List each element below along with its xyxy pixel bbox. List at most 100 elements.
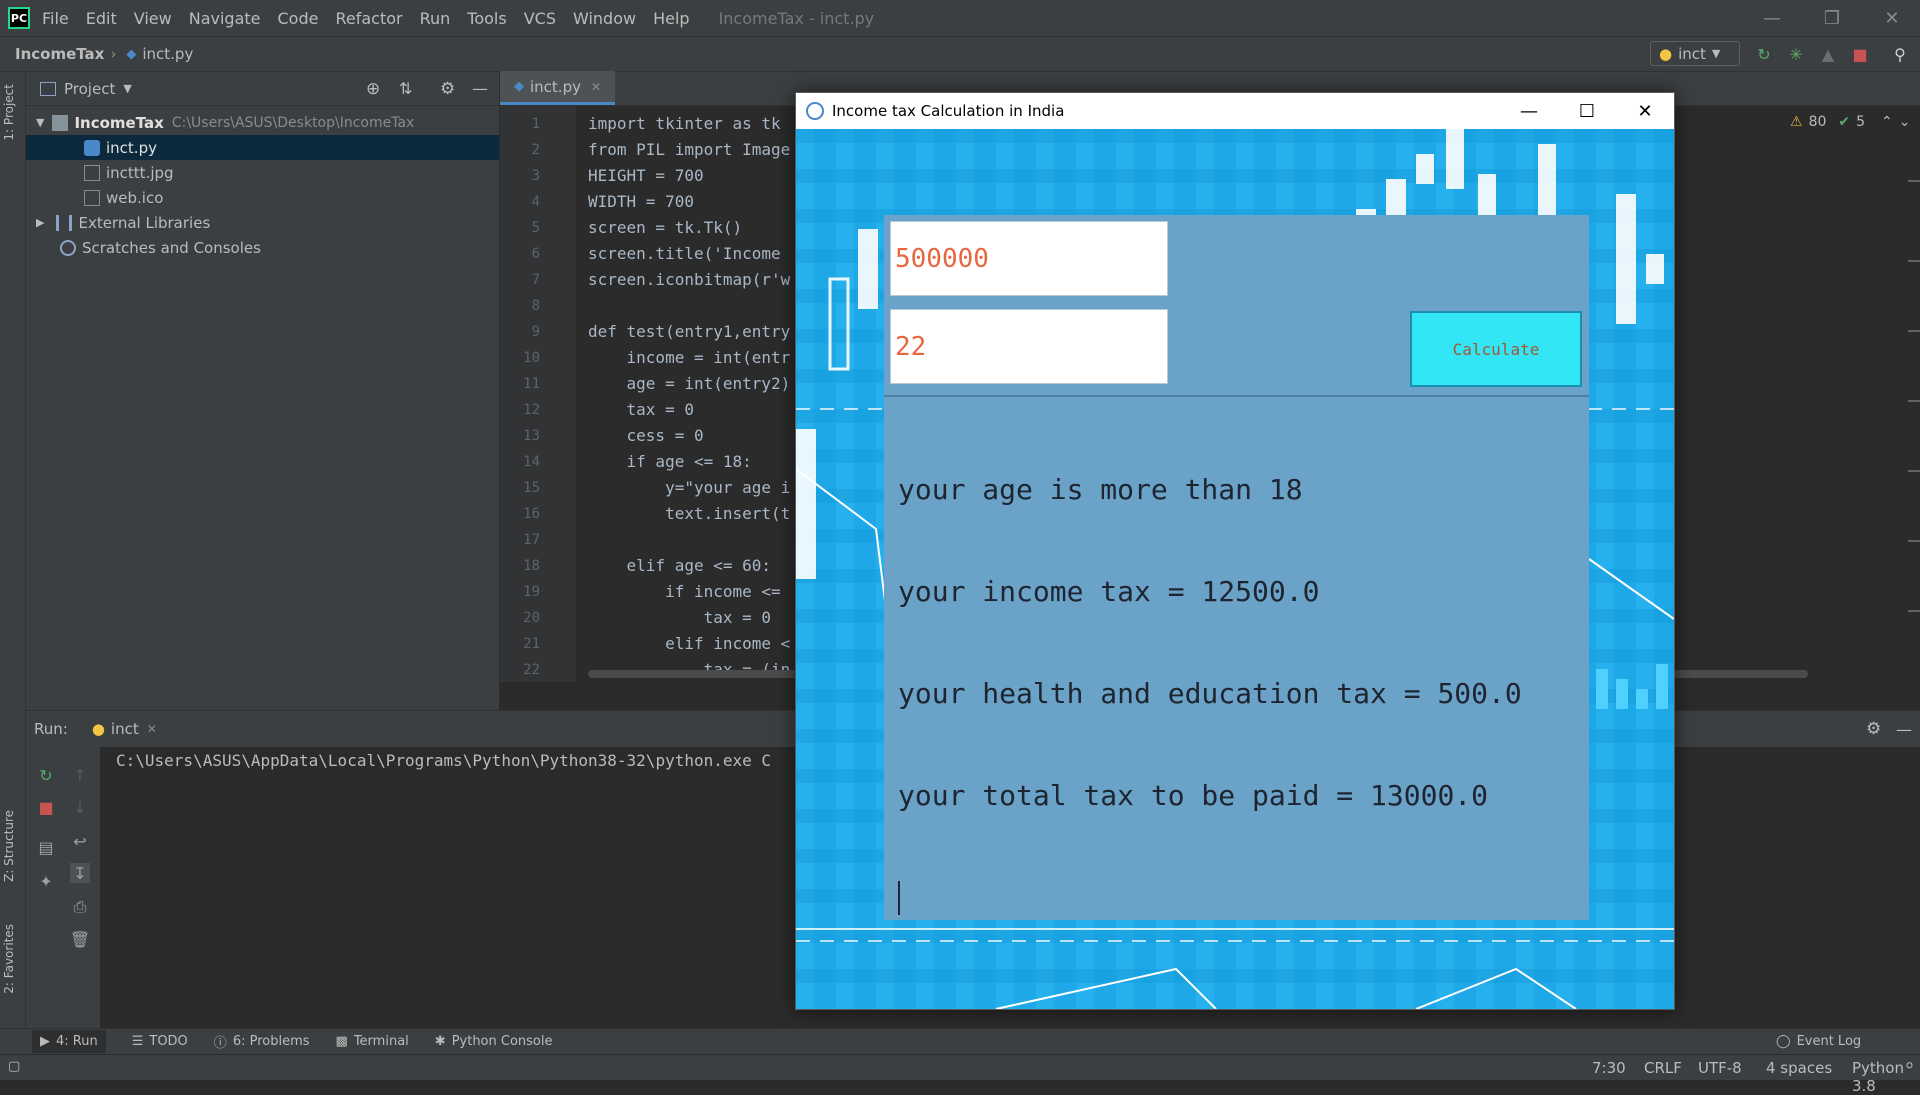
file-encoding[interactable]: UTF-8 <box>1698 1059 1742 1077</box>
menu-view[interactable]: View <box>134 9 172 28</box>
minimize-icon[interactable]: — <box>1500 93 1558 129</box>
tab-favorites[interactable]: 2: Favorites <box>2 924 16 994</box>
arrow-down-icon[interactable]: ↓ <box>70 797 90 817</box>
stop-icon[interactable]: ■ <box>36 797 56 817</box>
tab-problems[interactable]: ⓘ 6: Problems <box>214 1032 310 1051</box>
project-panel-title[interactable]: Project <box>64 80 115 98</box>
hide-panel-icon[interactable]: — <box>1896 720 1912 739</box>
lock-icon[interactable]: ⚪ <box>1904 1059 1915 1074</box>
code-line[interactable]: y="your age i <box>588 478 790 497</box>
gear-icon[interactable]: ⚙ <box>1866 719 1881 739</box>
chevron-down-icon[interactable]: ▼ <box>123 82 131 95</box>
code-line[interactable]: from PIL import Image <box>588 140 790 159</box>
tree-item-external-libraries[interactable]: ▶ External Libraries <box>26 210 499 235</box>
close-tab-icon[interactable]: ✕ <box>147 722 157 736</box>
scroll-to-end-icon[interactable]: ↧ <box>70 863 90 883</box>
code-line[interactable]: screen.iconbitmap(r'w <box>588 270 790 289</box>
code-line[interactable]: text.insert(t <box>588 504 790 523</box>
code-line[interactable]: WIDTH = 700 <box>588 192 694 211</box>
code-line[interactable]: income = int(entr <box>588 348 791 367</box>
code-line[interactable]: def test(entry1,entry <box>588 322 790 341</box>
pin-icon[interactable]: ✦ <box>36 871 56 891</box>
code-line[interactable]: elif age <= 60: <box>588 556 772 575</box>
tree-item-scratches[interactable]: Scratches and Consoles <box>26 235 499 260</box>
trash-icon[interactable]: 🗑 <box>70 929 90 949</box>
stop-icon[interactable]: ■ <box>1850 44 1870 64</box>
menu-help[interactable]: Help <box>653 9 689 28</box>
menu-vcs[interactable]: VCS <box>524 9 556 28</box>
run-configuration-select[interactable]: ● inct ▼ <box>1650 41 1740 66</box>
debug-icon[interactable]: ✳ <box>1786 44 1806 64</box>
layout-icon[interactable]: ▤ <box>36 837 56 857</box>
hide-panel-icon[interactable]: — <box>472 79 488 98</box>
print-icon[interactable]: ⎙ <box>70 897 90 917</box>
close-icon[interactable]: ✕ <box>1616 93 1674 129</box>
menu-code[interactable]: Code <box>278 9 319 28</box>
result-textbox[interactable]: your age is more than 18 your income tax… <box>884 395 1589 920</box>
chevron-up-icon[interactable]: ⌃ <box>1881 114 1893 130</box>
coverage-icon[interactable]: ▲ <box>1818 44 1838 64</box>
menu-navigate[interactable]: Navigate <box>189 9 261 28</box>
code-line[interactable]: age = int(entry2) <box>588 374 791 393</box>
maximize-icon[interactable]: ☐ <box>1558 93 1616 129</box>
tree-item-root[interactable]: ▼ IncomeTax C:\Users\ASUS\Desktop\Income… <box>26 110 499 135</box>
code-line[interactable]: elif income < <box>588 634 790 653</box>
menu-refactor[interactable]: Refactor <box>335 9 402 28</box>
tab-event-log[interactable]: ◯ Event Log <box>1776 1034 1861 1049</box>
breadcrumb-file[interactable]: inct.py <box>142 45 193 63</box>
result-line: your income tax = 12500.0 <box>898 575 1320 608</box>
code-line[interactable]: tax = 0 <box>588 608 771 627</box>
tab-python-console[interactable]: ✱ Python Console <box>435 1034 553 1049</box>
tab-run[interactable]: ▶ 4: Run <box>32 1030 106 1053</box>
close-tab-icon[interactable]: ✕ <box>591 80 601 94</box>
chevron-down-icon[interactable]: ▼ <box>36 116 44 129</box>
collapse-all-icon[interactable]: ⇅ <box>399 79 412 98</box>
code-line[interactable]: screen.title('Income <box>588 244 781 263</box>
indent-setting[interactable]: 4 spaces <box>1766 1059 1832 1077</box>
chevron-right-icon[interactable]: ▶ <box>36 216 44 229</box>
minimize-icon[interactable]: — <box>1752 0 1792 36</box>
arrow-up-icon[interactable]: ↑ <box>70 765 90 785</box>
rerun-icon[interactable]: ↻ <box>1754 44 1774 64</box>
tree-item-inct-py[interactable]: inct.py <box>26 135 499 160</box>
code-line[interactable]: tax = 0 <box>588 400 694 419</box>
menu-tools[interactable]: Tools <box>467 9 506 28</box>
code-line[interactable]: import tkinter as tk <box>588 114 781 133</box>
line-number: 2 <box>531 142 540 158</box>
soft-wrap-icon[interactable]: ↩ <box>70 831 90 851</box>
inspection-widget[interactable]: ⚠ 80 ✔ 5 ⌃ ⌄ <box>1790 114 1911 130</box>
caret-position[interactable]: 7:30 <box>1592 1059 1626 1077</box>
menu-edit[interactable]: Edit <box>86 9 117 28</box>
tree-item-incttt-jpg[interactable]: incttt.jpg <box>26 160 499 185</box>
tab-todo[interactable]: ☰ TODO <box>132 1034 188 1049</box>
gear-icon[interactable]: ⚙ <box>440 79 455 99</box>
search-everywhere-icon[interactable]: ⚲ <box>1890 44 1910 64</box>
menu-file[interactable]: File <box>42 9 69 28</box>
code-line[interactable]: screen = tk.Tk() <box>588 218 742 237</box>
menu-window[interactable]: Window <box>573 9 636 28</box>
chevron-down-icon[interactable]: ⌄ <box>1899 114 1911 130</box>
line-separator[interactable]: CRLF <box>1644 1059 1682 1077</box>
code-line[interactable]: if age <= 18: <box>588 452 752 471</box>
close-icon[interactable]: ✕ <box>1872 0 1912 36</box>
console-output[interactable]: C:\Users\ASUS\AppData\Local\Programs\Pyt… <box>116 751 771 770</box>
menu-run[interactable]: Run <box>420 9 451 28</box>
tab-project[interactable]: 1: Project <box>2 84 16 141</box>
run-tab-inct[interactable]: inct <box>111 720 139 738</box>
code-line[interactable]: cess = 0 <box>588 426 704 445</box>
locate-icon[interactable]: ⊕ <box>366 79 380 99</box>
editor-tab-inct-py[interactable]: ◆ inct.py ✕ <box>500 71 616 105</box>
code-line[interactable]: HEIGHT = 700 <box>588 166 704 185</box>
breadcrumb-project[interactable]: IncomeTax <box>15 45 104 63</box>
tree-item-web-ico[interactable]: web.ico <box>26 185 499 210</box>
tab-structure[interactable]: Z: Structure <box>2 810 16 882</box>
rerun-icon[interactable]: ↻ <box>36 765 56 785</box>
restore-icon[interactable]: ❐ <box>1812 0 1852 36</box>
income-input[interactable]: 500000 <box>890 221 1168 296</box>
age-input[interactable]: 22 <box>890 309 1168 384</box>
code-line[interactable]: if income <= <box>588 582 781 601</box>
calculate-button[interactable]: Calculate <box>1410 311 1582 387</box>
list-icon: ☰ <box>131 1034 144 1049</box>
toggle-tool-windows-icon[interactable]: ▢ <box>8 1059 20 1074</box>
tab-terminal[interactable]: ▩ Terminal <box>336 1034 409 1049</box>
